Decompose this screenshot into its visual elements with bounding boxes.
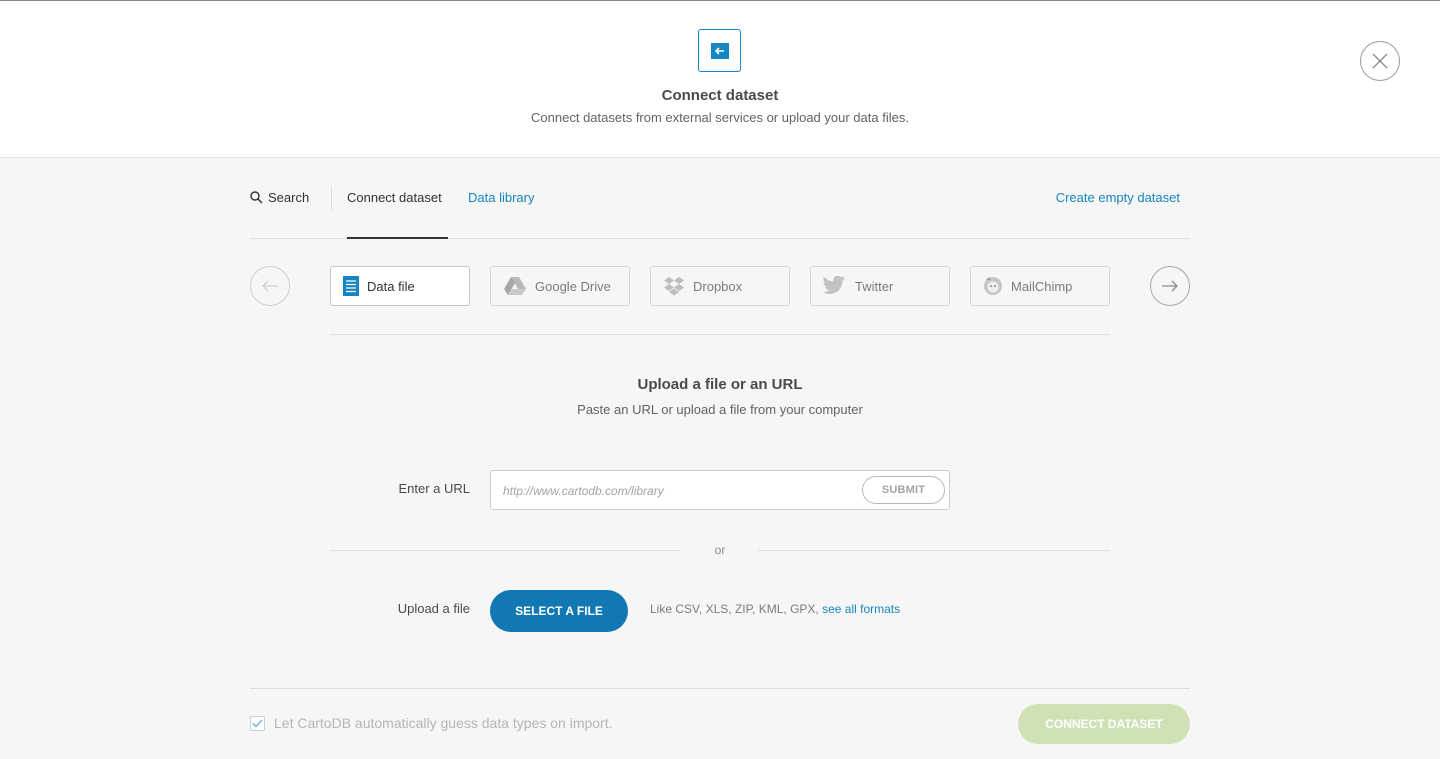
carousel-next-button[interactable] [1150, 266, 1190, 306]
guess-types-checkbox[interactable] [250, 716, 265, 731]
close-icon [1372, 53, 1388, 69]
check-icon [252, 719, 263, 728]
see-all-formats-link[interactable]: see all formats [822, 602, 900, 616]
twitter-icon [823, 276, 845, 294]
import-arrow-icon [698, 29, 741, 72]
service-data-file[interactable]: Data file [330, 266, 470, 306]
arrow-left-icon [262, 280, 278, 292]
mailchimp-icon [984, 277, 1002, 295]
tab-bar: Search Connect dataset Data library Crea… [250, 178, 1190, 239]
dropbox-icon [664, 277, 684, 296]
create-empty-dataset-link[interactable]: Create empty dataset [1056, 190, 1180, 205]
service-label: Dropbox [693, 278, 743, 294]
document-icon [343, 276, 359, 296]
tab-search-label: Search [268, 190, 310, 205]
nav-divider [331, 186, 332, 210]
formats-hint: Like CSV, XLS, ZIP, KML, GPX, see all fo… [650, 602, 900, 616]
service-dropbox[interactable]: Dropbox [650, 266, 790, 306]
service-mailchimp[interactable]: MailChimp [970, 266, 1110, 306]
footer-divider [250, 688, 1190, 689]
file-label: Upload a file [397, 601, 470, 616]
submit-button[interactable]: SUBMIT [862, 476, 945, 504]
service-label: Google Drive [535, 278, 611, 294]
carousel-prev-button[interactable] [250, 266, 290, 306]
or-divider-right [758, 550, 1110, 551]
connect-dataset-button[interactable]: CONNECT DATASET [1018, 704, 1190, 744]
tab-data-library[interactable]: Data library [468, 190, 534, 205]
tab-connect-dataset[interactable]: Connect dataset [347, 190, 442, 205]
guess-types-label: Let CartoDB automatically guess data typ… [274, 715, 613, 731]
tab-search[interactable]: Search [250, 190, 309, 205]
modal-title: Connect dataset [661, 87, 779, 104]
search-icon [250, 191, 263, 204]
service-label: Twitter [855, 278, 894, 294]
service-twitter[interactable]: Twitter [810, 266, 950, 306]
service-label: MailChimp [1011, 278, 1073, 294]
google-drive-icon [504, 277, 526, 295]
formats-text: Like CSV, XLS, ZIP, KML, GPX, [650, 602, 819, 616]
modal-subtitle: Connect datasets from external services … [531, 110, 909, 125]
modal-header: Connect dataset Connect datasets from ex… [0, 0, 1440, 158]
service-google-drive[interactable]: Google Drive [490, 266, 630, 306]
select-file-button[interactable]: SELECT A FILE [490, 590, 628, 632]
service-label: Data file [367, 278, 415, 294]
url-input[interactable] [503, 482, 853, 500]
upload-title: Upload a file or an URL [637, 376, 803, 393]
upload-subtitle: Paste an URL or upload a file from your … [577, 402, 863, 417]
url-field-container: SUBMIT [490, 470, 950, 510]
arrow-right-icon [1162, 280, 1178, 292]
divider [330, 334, 1110, 335]
close-button[interactable] [1360, 41, 1400, 81]
or-label: or [714, 543, 726, 557]
active-tab-indicator [347, 237, 448, 239]
url-label: Enter a URL [398, 481, 470, 496]
